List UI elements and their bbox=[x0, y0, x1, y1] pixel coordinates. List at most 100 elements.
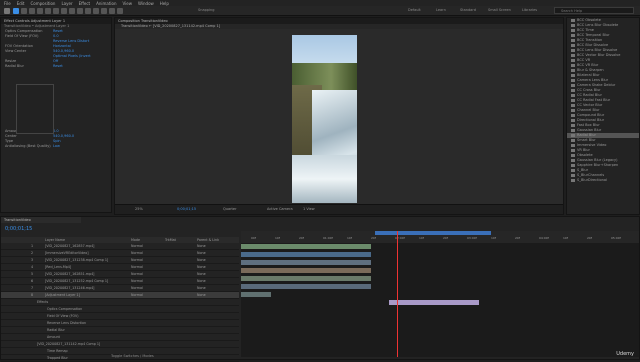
comp-timecode[interactable]: 0;00;01;15 bbox=[177, 207, 196, 211]
selection-tool-icon[interactable] bbox=[13, 8, 19, 14]
property-name[interactable]: Effects bbox=[37, 299, 48, 305]
toggle-switches-modes[interactable]: Toggle Switches / Modes bbox=[111, 354, 154, 358]
property-row[interactable]: Optics Compensation bbox=[1, 306, 239, 313]
layer-parent[interactable]: None bbox=[197, 285, 206, 291]
zoom-tool-icon[interactable] bbox=[29, 8, 35, 14]
layer-name[interactable]: [VID_20200827_131252.mp4 Comp 1] bbox=[45, 278, 108, 284]
layer-duration-bar[interactable] bbox=[241, 284, 371, 289]
effect-control-value[interactable]: Horizontal bbox=[53, 44, 71, 48]
mask-tool-icon[interactable] bbox=[61, 8, 67, 14]
effect-control-row[interactable]: Radial Blur Reset bbox=[5, 64, 111, 69]
home-icon[interactable] bbox=[4, 8, 10, 14]
property-row[interactable]: Radial Blur bbox=[1, 327, 239, 334]
workspace-small-screen[interactable]: Small Screen bbox=[488, 8, 511, 12]
layer-row[interactable]: 2 [ImmersiveVREditorVideo] Normal None bbox=[1, 250, 239, 257]
layer-mode[interactable]: Normal bbox=[131, 243, 143, 249]
roto-brush-icon[interactable] bbox=[109, 8, 115, 14]
pen-tool-icon[interactable] bbox=[69, 8, 75, 14]
layer-row[interactable]: 3 [VID_20200827_131238.mp4 Comp 1] Normal N… bbox=[1, 257, 239, 264]
layer-parent[interactable]: None bbox=[197, 292, 206, 298]
layer-parent[interactable]: None bbox=[197, 243, 206, 249]
layer-duration-bar[interactable] bbox=[241, 244, 371, 249]
work-area-bar[interactable] bbox=[375, 231, 491, 235]
clone-stamp-icon[interactable] bbox=[93, 8, 99, 14]
workspace-default[interactable]: Default bbox=[408, 8, 421, 12]
menu-item-edit[interactable]: Edit bbox=[17, 1, 25, 6]
layer-mode[interactable]: Normal bbox=[131, 271, 143, 277]
menu-item-help[interactable]: Help bbox=[160, 1, 169, 6]
layer-name[interactable]: [VID_20200827_162851.mp4] bbox=[45, 271, 94, 277]
layer-name[interactable]: [Red_Lens.Mp4] bbox=[45, 264, 71, 270]
property-name[interactable]: Amount bbox=[47, 334, 60, 340]
effect-control-value[interactable]: 540.0,960.0 bbox=[53, 49, 74, 53]
layer-row[interactable]: 1 [VID_20200827_162857.mp4] Normal None bbox=[1, 243, 239, 250]
property-name[interactable]: Radial Blur bbox=[47, 327, 65, 333]
property-row[interactable]: Reverse Lens Distortion bbox=[1, 320, 239, 327]
workspace-learn[interactable]: Learn bbox=[436, 8, 446, 12]
layer-mode[interactable]: Normal bbox=[131, 250, 143, 256]
menu-item-effect[interactable]: Effect bbox=[79, 1, 91, 6]
menu-item-layer[interactable]: Layer bbox=[61, 1, 72, 6]
menu-item-composition[interactable]: Composition bbox=[30, 1, 55, 6]
property-row[interactable]: [VID_20200827_131142.mp4 Comp 1] bbox=[1, 341, 239, 348]
workspace-libraries[interactable]: Libraries bbox=[522, 8, 537, 12]
layer-parent[interactable]: None bbox=[197, 278, 206, 284]
layer-mode[interactable]: Normal bbox=[131, 264, 143, 270]
menu-item-animation[interactable]: Animation bbox=[96, 1, 116, 6]
property-row[interactable]: Amount bbox=[1, 334, 239, 341]
menu-item-file[interactable]: File bbox=[4, 1, 11, 6]
rotate-tool-icon[interactable] bbox=[37, 8, 43, 14]
layer-row[interactable]: 7 [VID_20200827_131246.mp4] Normal None bbox=[1, 285, 239, 292]
brush-tool-icon[interactable] bbox=[85, 8, 91, 14]
layer-parent[interactable]: None bbox=[197, 264, 206, 270]
property-row[interactable]: Effects bbox=[1, 299, 239, 306]
layer-name[interactable]: [VID_20200827_131238.mp4 Comp 1] bbox=[45, 257, 108, 263]
layer-row[interactable]: 6 [VID_20200827_131252.mp4 Comp 1] Normal N… bbox=[1, 278, 239, 285]
layer-duration-bar[interactable] bbox=[389, 300, 479, 305]
layer-parent[interactable]: None bbox=[197, 271, 206, 277]
layer-mode[interactable]: Normal bbox=[131, 292, 143, 298]
layer-mode[interactable]: Normal bbox=[131, 278, 143, 284]
hand-tool-icon[interactable] bbox=[21, 8, 27, 14]
search-help-field[interactable]: Search Help bbox=[554, 7, 634, 14]
layer-duration-bar[interactable] bbox=[241, 268, 371, 273]
timeline-timecode[interactable]: 0;00;01;15 bbox=[5, 226, 32, 232]
layer-duration-bar[interactable] bbox=[241, 292, 271, 297]
effect-control-value[interactable]: Spin bbox=[53, 139, 61, 143]
effect-control-row[interactable]: Antialiasing (Best Quality) Low bbox=[5, 144, 111, 149]
snapping-label[interactable]: Snapping bbox=[198, 8, 214, 12]
layer-row[interactable]: 4 [Red_Lens.Mp4] Normal None bbox=[1, 264, 239, 271]
layer-duration-bar[interactable] bbox=[241, 276, 371, 281]
menu-item-view[interactable]: View bbox=[123, 1, 133, 6]
property-name[interactable]: Field Of View (FOV) bbox=[47, 313, 79, 319]
puppet-tool-icon[interactable] bbox=[117, 8, 123, 14]
composition-breadcrumb[interactable]: TransitionVideo ← [VID_20200827_131142.m… bbox=[115, 24, 563, 29]
property-name[interactable]: [VID_20200827_131142.mp4 Comp 1] bbox=[37, 341, 100, 347]
layer-name[interactable]: [ImmersiveVREditorVideo] bbox=[45, 250, 89, 256]
effect-control-value[interactable]: Reverse Lens Distort bbox=[53, 39, 89, 43]
workspace-standard[interactable]: Standard bbox=[460, 8, 476, 12]
layer-duration-bar[interactable] bbox=[241, 252, 371, 257]
effect-control-value[interactable]: Optimal Pixels (Invert bbox=[53, 54, 91, 58]
effect-control-value[interactable]: 540.0,960.0 bbox=[53, 134, 74, 138]
layer-row[interactable]: 8 [Adjustment Layer 1] Normal None bbox=[1, 292, 239, 299]
layer-row[interactable]: 5 [VID_20200827_162851.mp4] Normal None bbox=[1, 271, 239, 278]
camera-tool-icon[interactable] bbox=[45, 8, 51, 14]
layer-parent[interactable]: None bbox=[197, 257, 206, 263]
property-name[interactable]: Trapped Blur bbox=[47, 355, 68, 361]
resolution-select[interactable]: Quarter bbox=[223, 207, 237, 211]
layer-mode[interactable]: Normal bbox=[131, 257, 143, 263]
layer-name[interactable]: [VID_20200827_131246.mp4] bbox=[45, 285, 94, 291]
layer-name[interactable]: [Adjustment Layer 1] bbox=[45, 292, 80, 298]
effect-control-value[interactable]: 0.0 bbox=[53, 34, 59, 38]
property-name[interactable]: Reverse Lens Distortion bbox=[47, 320, 86, 326]
effect-control-value[interactable]: Low bbox=[53, 144, 60, 148]
current-time-indicator[interactable] bbox=[397, 231, 398, 357]
camera-select[interactable]: Active Camera bbox=[267, 207, 293, 211]
timeline-track-area[interactable] bbox=[241, 243, 639, 357]
effect-list-item[interactable]: S_BlurDirectional bbox=[567, 178, 639, 183]
property-row[interactable]: Field Of View (FOV) bbox=[1, 313, 239, 320]
layer-mode[interactable]: Normal bbox=[131, 285, 143, 291]
property-name[interactable]: Time Remap bbox=[47, 348, 68, 354]
zoom-level[interactable]: 25% bbox=[135, 207, 143, 211]
